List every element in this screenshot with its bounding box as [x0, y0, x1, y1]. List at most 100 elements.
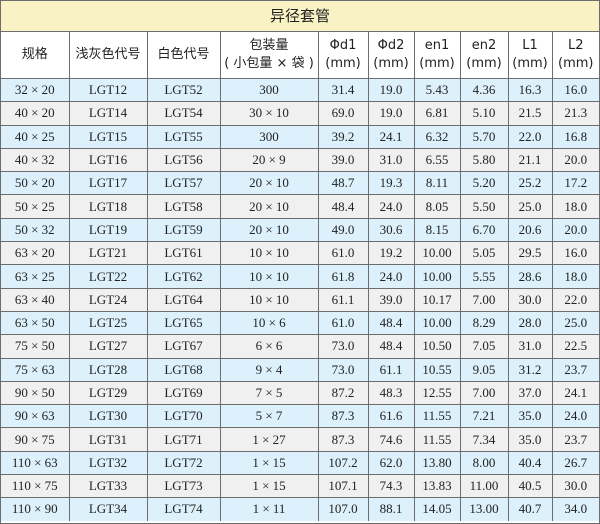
- table-cell: 39.0: [317, 147, 369, 173]
- column-header-line: ( 小包量 × 袋 ): [224, 56, 314, 71]
- table-cell: 5.20: [459, 171, 509, 196]
- table-cell: 5.10: [459, 101, 509, 126]
- table-cell: 61.6: [367, 404, 415, 429]
- table-cell: 63 × 20: [1, 241, 70, 266]
- table-cell: 63 × 40: [1, 287, 70, 312]
- table-cell: 49.0: [317, 217, 369, 243]
- column-header-5: Φd2 (mm): [367, 32, 415, 79]
- table-cell: 26.7: [551, 450, 599, 476]
- table-cell: LGT56: [146, 147, 221, 173]
- table-cell: 40 × 25: [1, 124, 70, 149]
- table-title: 异径套管: [1, 1, 599, 32]
- table-cell: 17.2: [551, 171, 599, 196]
- table-cell: LGT61: [146, 241, 221, 266]
- table-cell: 8.00: [459, 450, 509, 476]
- table-cell: 40.7: [507, 497, 553, 521]
- table-cell: 50 × 25: [1, 194, 70, 219]
- table-row: 50 × 32 LGT19 LGT59 20 × 10 49.0 30.6 8.15 6.70…: [1, 217, 599, 243]
- table-cell: LGT27: [68, 334, 148, 359]
- table-cell: LGT67: [146, 334, 221, 359]
- table-cell: 20.0: [551, 147, 599, 173]
- table-cell: 35.0: [507, 427, 553, 452]
- table-row: 63 × 20 LGT21 LGT61 10 × 10 61.0 19.2 10.00 5.0…: [1, 241, 599, 266]
- table-cell: 6.81: [413, 101, 461, 126]
- column-header-line: (mm): [373, 56, 409, 71]
- table-cell: 7.05: [459, 334, 509, 359]
- table-cell: 7.34: [459, 427, 509, 452]
- table-cell: 13.80: [413, 450, 461, 476]
- table-cell: 7.00: [459, 287, 509, 312]
- table-cell: 24.1: [551, 380, 599, 406]
- table-cell: 61.1: [317, 287, 369, 312]
- table-cell: 48.4: [367, 310, 415, 336]
- table-cell: 5.70: [459, 124, 509, 149]
- table-row: 40 × 25 LGT15 LGT55 300 39.2 24.1 6.32 5.70 22.0…: [1, 124, 599, 149]
- column-header-line: 浅灰色代号: [75, 47, 141, 62]
- table-cell: 24.0: [551, 404, 599, 429]
- table-cell: 20 × 9: [219, 147, 319, 173]
- table-cell: 31.2: [507, 357, 553, 382]
- table-row: 110 × 63 LGT32 LGT72 1 × 15 107.2 62.0 13.80 8.…: [1, 450, 599, 476]
- table-cell: LGT25: [68, 310, 148, 336]
- table-cell: 11.55: [413, 427, 461, 452]
- table-cell: 21.5: [507, 101, 553, 126]
- table-cell: 90 × 63: [1, 404, 70, 429]
- table-cell: 20 × 10: [219, 217, 319, 243]
- table-cell: 74.3: [367, 474, 415, 499]
- column-header-line: L2: [567, 38, 584, 53]
- table-cell: 30.0: [507, 287, 553, 312]
- table-row: 75 × 63 LGT28 LGT68 9 × 4 73.0 61.1 10.55 9.05 3…: [1, 357, 599, 382]
- table-cell: 9 × 4: [219, 357, 319, 382]
- table-cell: 7.21: [459, 404, 509, 429]
- table-cell: 10 × 10: [219, 287, 319, 312]
- table-cell: 28.0: [507, 310, 553, 336]
- column-header-line: 包装量: [249, 38, 289, 53]
- table-cell: 4.36: [459, 77, 509, 103]
- column-header-line: Φd1: [329, 38, 357, 53]
- table-cell: 16.3: [507, 77, 553, 103]
- column-header-line: L1: [522, 38, 538, 53]
- table-cell: 19.0: [367, 101, 415, 126]
- table-cell: LGT32: [68, 450, 148, 476]
- table-cell: 31.4: [317, 77, 369, 103]
- table-cell: 61.0: [317, 310, 369, 336]
- table-cell: LGT64: [146, 287, 221, 312]
- table-cell: 107.0: [317, 497, 369, 521]
- table-cell: 11.55: [413, 404, 461, 429]
- column-header-8: L1 (mm): [507, 32, 553, 79]
- table-cell: 34.0: [551, 497, 599, 521]
- table-row: 63 × 40 LGT24 LGT64 10 × 10 61.1 39.0 10.17 7.0…: [1, 287, 599, 312]
- table-cell: 69.0: [317, 101, 369, 126]
- table-cell: 48.4: [317, 194, 369, 219]
- column-header-line: (mm): [466, 56, 502, 71]
- table-cell: 50 × 32: [1, 217, 70, 243]
- table-cell: 110 × 63: [1, 450, 70, 476]
- table-cell: LGT24: [68, 287, 148, 312]
- table-cell: 30.6: [367, 217, 415, 243]
- table-cell: 30.0: [551, 474, 599, 499]
- table-cell: 1 × 15: [219, 474, 319, 499]
- table-cell: 62.0: [367, 450, 415, 476]
- table-cell: LGT18: [68, 194, 148, 219]
- column-header-line: (mm): [512, 56, 548, 71]
- table-cell: 12.55: [413, 380, 461, 406]
- table-cell: 30 × 10: [219, 101, 319, 126]
- table-cell: 10 × 10: [219, 264, 319, 289]
- table-cell: 5.80: [459, 147, 509, 173]
- table-cell: 107.1: [317, 474, 369, 499]
- table-cell: 10.00: [413, 264, 461, 289]
- table-cell: LGT62: [146, 264, 221, 289]
- table-cell: 22.0: [507, 124, 553, 149]
- table-body: 32 × 20 LGT12 LGT52 300 31.4 19.0 5.43 4.36 16.3…: [1, 77, 599, 521]
- table-cell: LGT70: [146, 404, 221, 429]
- table-cell: 20 × 10: [219, 194, 319, 219]
- table-cell: 13.83: [413, 474, 461, 499]
- table-cell: 107.2: [317, 450, 369, 476]
- spec-table-panel: 异径套管 规格 浅灰色代号 白色代号 包装量( 小包量 × 袋 ) Φd1 (mm) Φd2…: [0, 0, 600, 524]
- table-cell: 19.0: [367, 77, 415, 103]
- table-cell: 40 × 32: [1, 147, 70, 173]
- table-cell: LGT14: [68, 101, 148, 126]
- table-cell: 10.00: [413, 310, 461, 336]
- table-cell: 20 × 10: [219, 171, 319, 196]
- table-cell: 18.0: [551, 264, 599, 289]
